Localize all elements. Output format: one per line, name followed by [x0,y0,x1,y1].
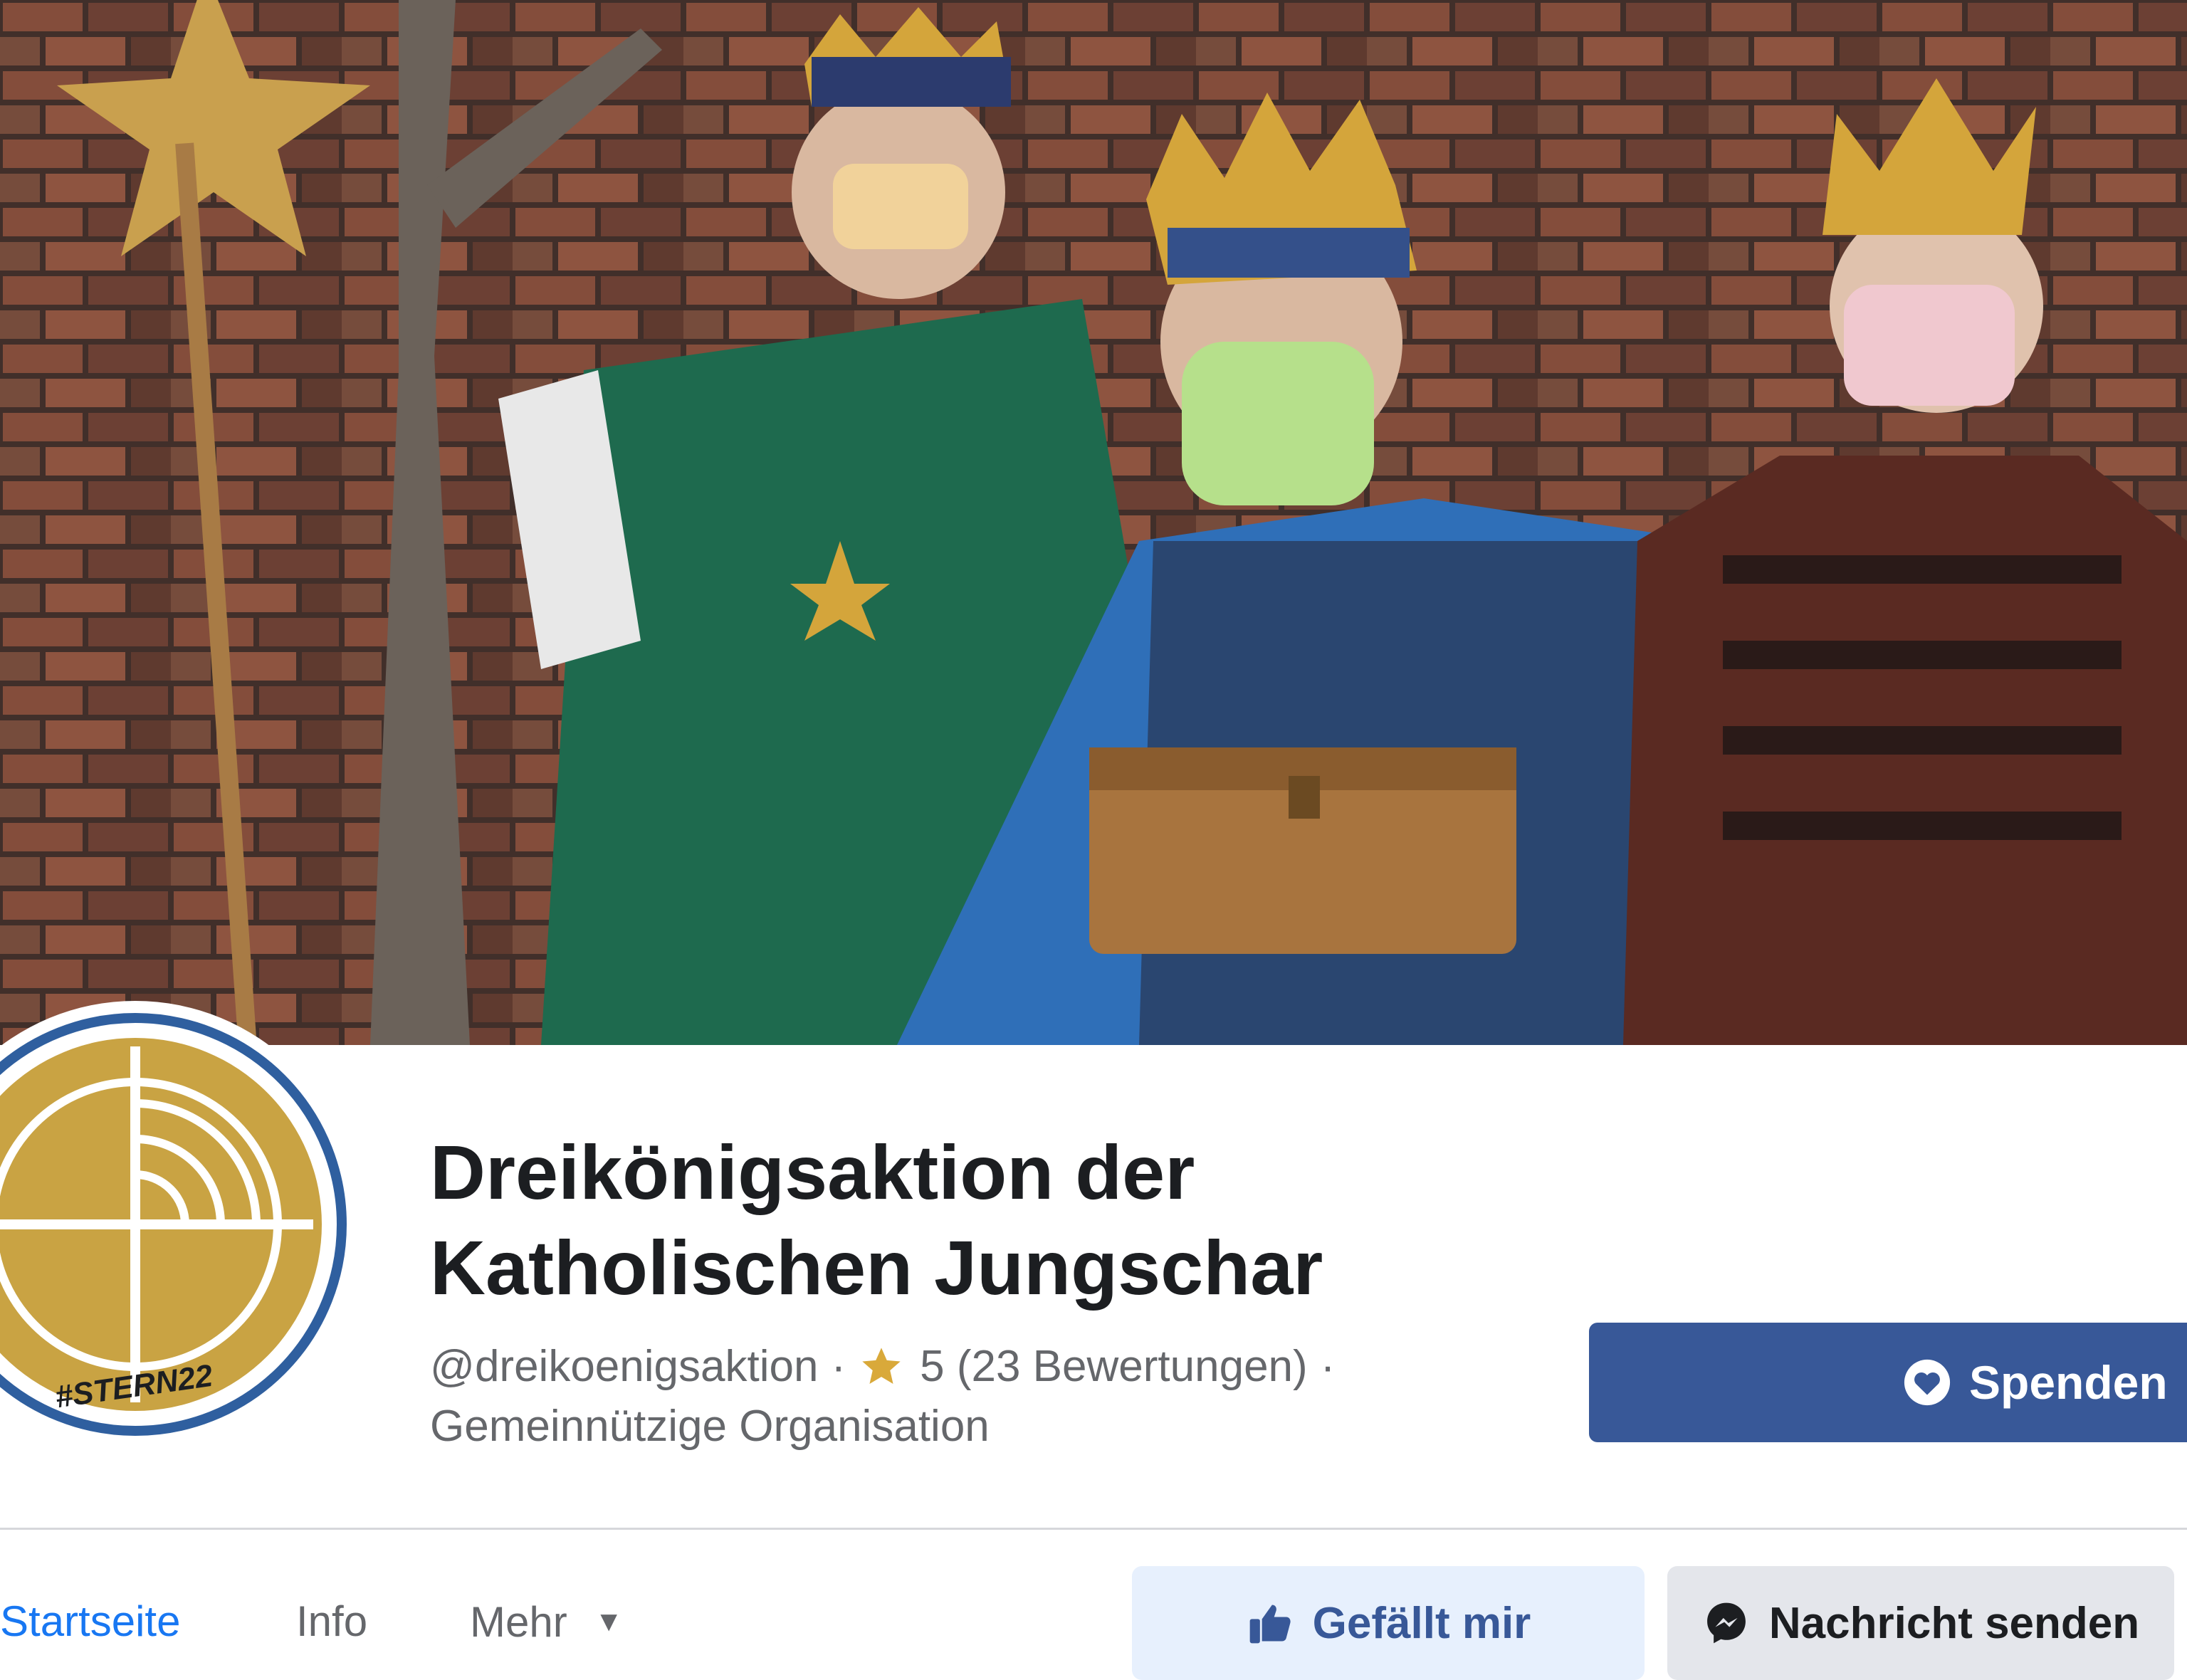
star-icon [862,1348,901,1384]
tab-label: Mehr [470,1598,567,1646]
page-meta: @dreikoenigsaktion · 5 (23 Bewertungen) … [430,1338,1348,1395]
thumb-icon [1249,1605,1291,1644]
messenger-icon [1706,1602,1746,1644]
like-button[interactable]: Gefällt mir [1132,1566,1645,1680]
page-title-line-1: Dreikönigsaktion der [430,1129,1195,1215]
divider [0,1528,2187,1530]
page-title-line-2: Katholischen Jungschar [430,1224,1323,1311]
donate-button[interactable]: Spenden [1589,1323,2187,1442]
separator: · [831,1342,846,1391]
jungschar-logo: #STERN22 [0,1013,347,1436]
separator: · [1320,1342,1336,1391]
tab-label: Startseite [0,1597,181,1645]
profile-picture[interactable]: #STERN22 [0,1004,356,1445]
chevron-down-icon: ▼ [594,1606,623,1637]
message-label: Nachricht senden [1768,1598,2140,1648]
page-category[interactable]: Gemeinnützige Organisation [430,1398,990,1455]
tab-startseite[interactable]: Startseite [0,1595,180,1649]
tab-mehr[interactable]: Mehr ▼ [470,1595,623,1649]
heart-icon [1904,1359,1951,1406]
cover-photo [0,0,2187,1045]
page-rating[interactable]: 5 (23 Bewertungen) [920,1338,1308,1395]
page-handle: @dreikoenigsaktion [430,1342,819,1391]
message-button[interactable]: Nachricht senden [1667,1566,2174,1680]
donate-label: Spenden [1969,1356,2168,1409]
like-label: Gefällt mir [1312,1598,1531,1648]
tab-label: Info [296,1597,368,1645]
cover-scene [0,0,2187,1045]
tab-info[interactable]: Info [296,1595,367,1649]
page-title: Dreikönigsaktion der Katholischen Jungsc… [430,1125,1498,1316]
